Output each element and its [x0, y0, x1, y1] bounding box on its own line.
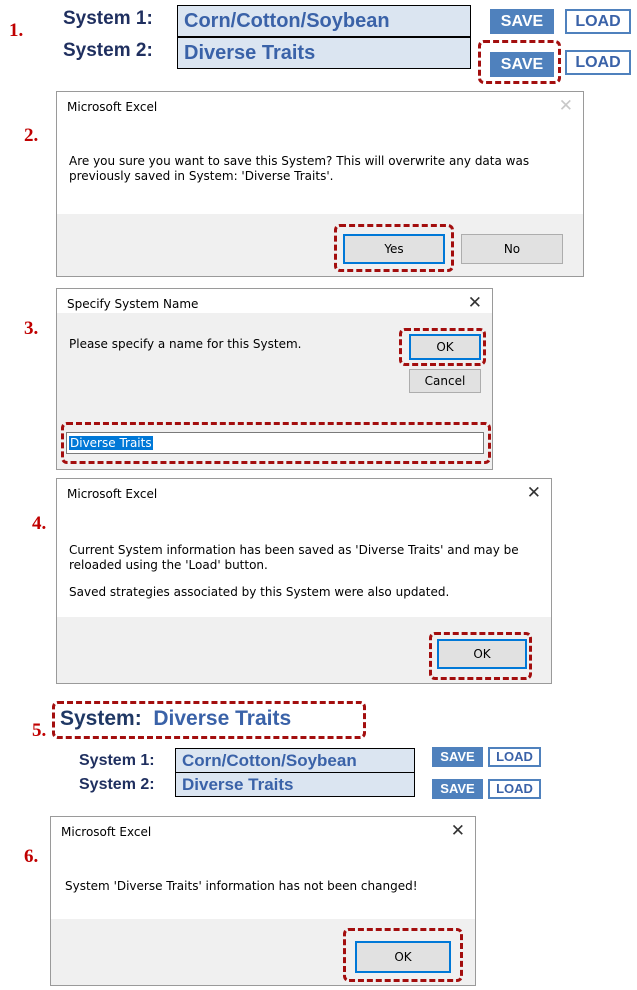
no-button[interactable]: No — [461, 234, 563, 264]
system2-label: System 2: — [79, 776, 155, 793]
step-number-6: 6. — [24, 846, 39, 867]
message-line: Saved strategies associated by this Syst… — [69, 585, 450, 599]
step-number-5: 5. — [32, 720, 47, 741]
message-line: previously saved in System: 'Diverse Tra… — [69, 169, 334, 183]
dialog-prompt: Please specify a name for this System. — [69, 337, 302, 351]
system1-label: System 1: — [79, 752, 155, 769]
save-system1-button[interactable]: SAVE — [432, 747, 483, 767]
highlight-ok-button — [429, 632, 532, 680]
system2-field[interactable]: Diverse Traits — [177, 37, 471, 69]
close-icon[interactable]: ✕ — [468, 293, 482, 313]
system2-label: System 2: — [63, 40, 153, 61]
system2-field[interactable]: Diverse Traits — [175, 772, 415, 797]
cancel-button[interactable]: Cancel — [409, 369, 481, 393]
highlight-yes-button — [334, 224, 454, 272]
highlight-save-button — [478, 40, 561, 84]
load-system1-button[interactable]: LOAD — [488, 747, 541, 767]
message-line: reloaded using the 'Load' button. — [69, 558, 268, 572]
dialog-message: Are you sure you want to save this Syste… — [69, 154, 529, 184]
dialog-title: Microsoft Excel — [67, 100, 158, 114]
step-number-1: 1. — [9, 20, 24, 41]
dialog-message: Current System information has been save… — [69, 543, 519, 600]
dialog-title: Microsoft Excel — [67, 487, 158, 501]
highlight-ok-button — [343, 928, 463, 982]
highlight-ok-button — [399, 328, 486, 366]
save-confirm-dialog: Microsoft Excel ✕ Are you sure you want … — [56, 91, 584, 277]
close-icon[interactable]: ✕ — [527, 483, 541, 503]
message-line: Are you sure you want to save this Syste… — [69, 154, 530, 168]
dialog-title: Microsoft Excel — [61, 825, 152, 839]
dialog-title: Specify System Name — [67, 297, 199, 311]
save-system2-button[interactable]: SAVE — [432, 779, 483, 799]
message-line: Current System information has been save… — [69, 543, 519, 557]
system1-field[interactable]: Corn/Cotton/Soybean — [177, 5, 471, 37]
step-number-3: 3. — [24, 318, 39, 339]
highlight-current-system — [52, 701, 366, 739]
load-system2-button[interactable]: LOAD — [565, 50, 631, 75]
load-system2-button[interactable]: LOAD — [488, 779, 541, 799]
load-system1-button[interactable]: LOAD — [565, 9, 631, 34]
close-icon[interactable]: ✕ — [451, 821, 465, 841]
step-number-4: 4. — [32, 513, 47, 534]
dialog-message: System 'Diverse Traits' information has … — [65, 879, 418, 893]
system1-label: System 1: — [63, 8, 153, 29]
system1-field[interactable]: Corn/Cotton/Soybean — [175, 748, 415, 773]
close-icon[interactable]: ✕ — [559, 96, 573, 116]
highlight-name-input — [61, 422, 491, 464]
save-system1-button[interactable]: SAVE — [490, 9, 554, 34]
step-number-2: 2. — [24, 125, 39, 146]
